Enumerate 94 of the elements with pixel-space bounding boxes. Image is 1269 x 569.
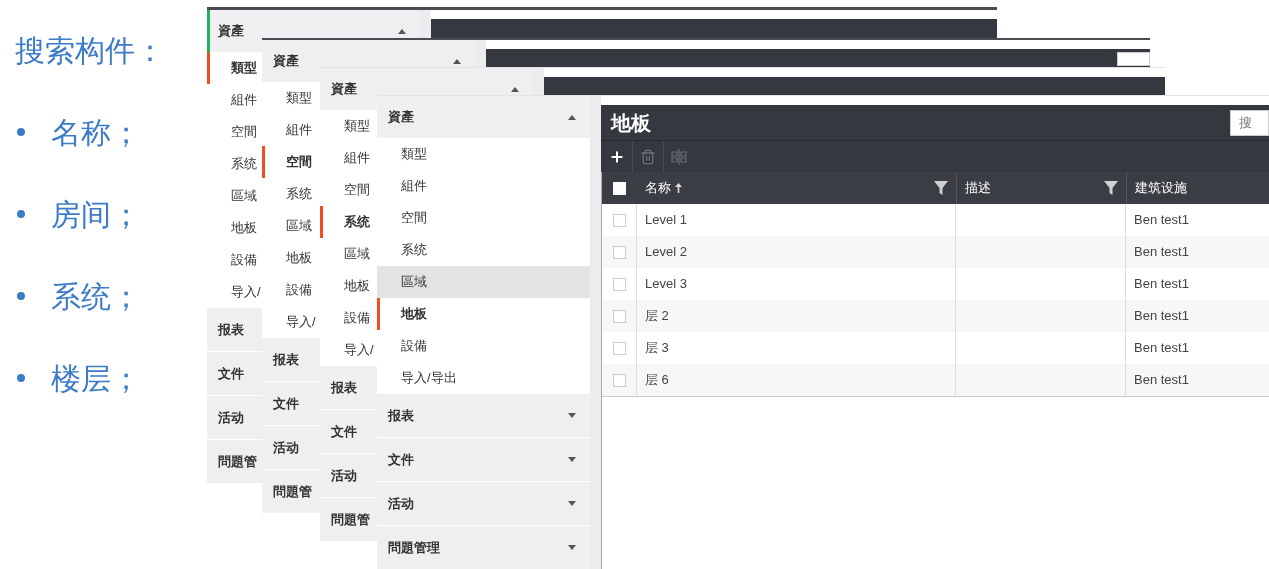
sidebar-item[interactable]: 設備 — [320, 302, 377, 334]
page-title: 地板 — [611, 110, 651, 136]
sidebar-section-header[interactable]: 文件 — [320, 421, 357, 442]
sidebar-item[interactable]: 导入/导出 — [377, 362, 590, 394]
search-field[interactable]: 搜 — [1230, 109, 1269, 136]
sidebar-section-header[interactable]: 文件 — [377, 438, 590, 481]
caret-down-icon — [568, 501, 576, 506]
column-header[interactable]: 名称 — [637, 172, 956, 204]
sort-arrow-icon — [675, 183, 682, 193]
sidebar-item[interactable]: 导入/ — [320, 334, 377, 366]
sidebar-item[interactable]: 類型 — [320, 110, 377, 142]
sidebar-item[interactable]: 組件 — [207, 84, 262, 116]
caret-up-icon — [453, 58, 461, 64]
sidebar-item[interactable]: 地板 — [262, 242, 320, 274]
table-cell-text: Ben test1 — [1134, 243, 1189, 262]
sidebar-item[interactable]: 區域 — [262, 210, 320, 242]
sidebar-item[interactable]: 系统 — [207, 148, 262, 180]
caret-up-icon — [568, 114, 576, 120]
sidebar-section-header[interactable]: 問題管理 — [377, 526, 590, 569]
table-cell-text: Level 2 — [645, 243, 687, 262]
sidebar-section-header[interactable]: 問題管 — [262, 481, 312, 502]
table-cell-text: 层 6 — [645, 371, 669, 390]
add-icon[interactable] — [608, 148, 625, 165]
sidebar-section-header[interactable]: 問題管 — [320, 509, 370, 530]
table-cell-text: Level 3 — [645, 275, 687, 294]
caret-down-icon — [568, 413, 576, 418]
sidebar-item[interactable]: 地板 — [320, 270, 377, 302]
sidebar-item[interactable]: 區域 — [207, 180, 262, 212]
bullet-icon — [17, 210, 25, 218]
row-checkbox[interactable] — [612, 309, 626, 323]
bullet-text: 楼层； — [51, 360, 141, 397]
search-field[interactable] — [1117, 52, 1150, 66]
table-cell-text: Ben test1 — [1134, 371, 1189, 390]
slide-title: 搜索构件： — [15, 32, 165, 69]
table-cell-text: Ben test1 — [1134, 339, 1189, 358]
sidebar-item[interactable]: 系统 — [262, 178, 320, 210]
sidebar-section-header[interactable]: 报表 — [262, 349, 299, 370]
sidebar-section-header[interactable]: 活动 — [207, 407, 244, 428]
sidebar-item[interactable]: 類型 — [377, 138, 590, 170]
sidebar-item[interactable]: 區域 — [320, 238, 377, 270]
caret-up-icon — [511, 86, 519, 92]
sidebar-section-header[interactable]: 資產 — [210, 21, 244, 41]
sidebar-item[interactable]: 設備 — [377, 330, 590, 362]
table-cell-text: Ben test1 — [1134, 211, 1189, 230]
sidebar-section-header[interactable]: 問題管 — [207, 451, 257, 472]
bullet-icon — [17, 128, 25, 136]
sidebar-item[interactable]: 空間 — [320, 174, 377, 206]
sidebar-item[interactable]: 組件 — [262, 114, 320, 146]
row-checkbox[interactable] — [612, 277, 626, 291]
bullet-icon — [17, 292, 25, 300]
column-label: 描述 — [965, 179, 991, 198]
sidebar-section-header[interactable]: 报表 — [320, 377, 357, 398]
table-cell-text: Level 1 — [645, 211, 687, 230]
filter-icon[interactable] — [1104, 181, 1118, 195]
bullet-text: 系统； — [51, 278, 141, 315]
filter-icon[interactable] — [934, 181, 948, 195]
sidebar-item[interactable]: 組件 — [320, 142, 377, 174]
sidebar-section-header[interactable]: 文件 — [262, 393, 299, 414]
sidebar-section-header[interactable]: 活动 — [377, 482, 590, 525]
table-cell-text: Ben test1 — [1134, 275, 1189, 294]
column-label: 名称 — [645, 179, 671, 198]
sidebar-item[interactable]: 导入/ — [262, 306, 320, 338]
sidebar-item[interactable]: 空間 — [207, 116, 262, 148]
row-checkbox[interactable] — [612, 373, 626, 387]
sidebar-item[interactable]: 設備 — [207, 244, 262, 276]
row-checkbox[interactable] — [612, 213, 626, 227]
table-cell-text: 层 3 — [645, 339, 669, 358]
sidebar-item[interactable]: 系统 — [377, 234, 590, 266]
bullet-icon — [17, 374, 25, 382]
sidebar-section-header[interactable]: 文件 — [207, 363, 244, 384]
sidebar-section-header[interactable]: 資產 — [262, 51, 299, 71]
sidebar-section-header[interactable]: 活动 — [320, 465, 357, 486]
caret-down-icon — [568, 457, 576, 462]
sidebar-section-header[interactable]: 資產 — [320, 79, 357, 99]
row-checkbox[interactable] — [612, 341, 626, 355]
sidebar-item[interactable]: 空間 — [377, 202, 590, 234]
table-cell-text: 层 2 — [645, 307, 669, 326]
table-cell-text: Ben test1 — [1134, 307, 1189, 326]
sidebar-item[interactable]: 類型 — [262, 82, 320, 114]
caret-down-icon — [568, 545, 576, 550]
sidebar-item[interactable]: 組件 — [377, 170, 590, 202]
select-all-checkbox[interactable] — [613, 181, 626, 195]
bullet-text: 名称； — [51, 114, 141, 151]
row-checkbox[interactable] — [612, 245, 626, 259]
bullet-text: 房间； — [51, 196, 141, 233]
sidebar-item[interactable]: 設備 — [262, 274, 320, 306]
sidebar-section-header[interactable]: 报表 — [207, 319, 244, 340]
sidebar-section-header[interactable]: 报表 — [377, 394, 590, 437]
sidebar-section-header[interactable]: 活动 — [262, 437, 299, 458]
column-label: 建筑设施 — [1135, 179, 1187, 198]
sidebar-section-header[interactable]: 資產 — [377, 96, 590, 138]
sidebar-item[interactable]: 地板 — [207, 212, 262, 244]
caret-up-icon — [398, 28, 406, 34]
sidebar-item[interactable]: 导入/ — [207, 276, 262, 308]
